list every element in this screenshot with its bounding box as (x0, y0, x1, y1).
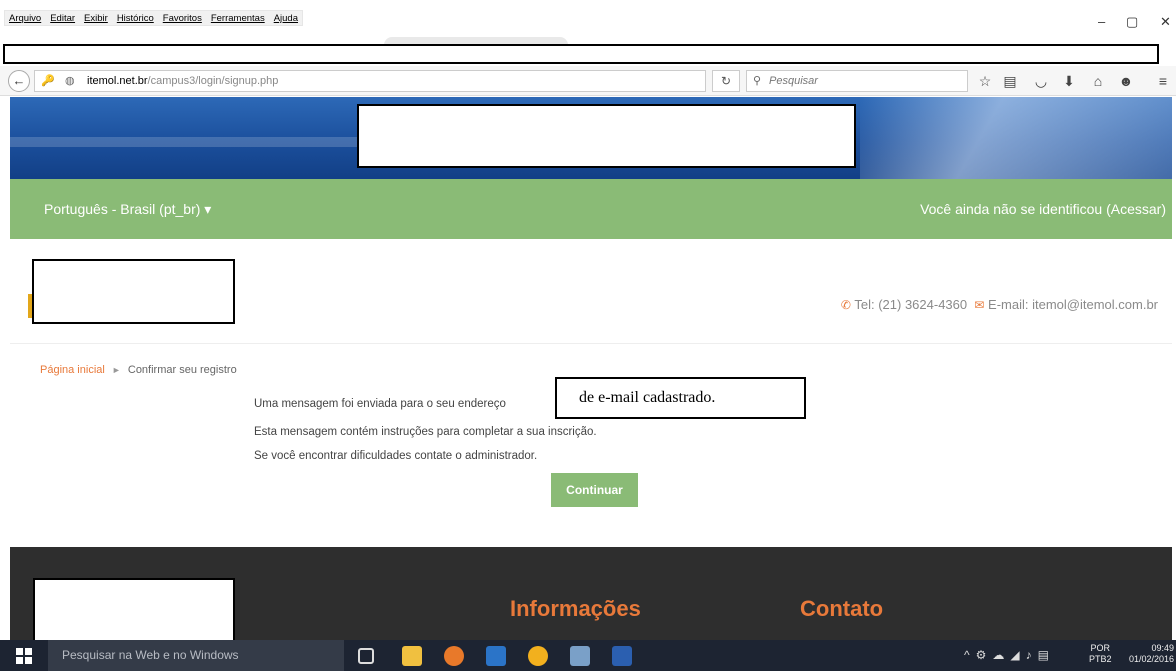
site-navbar: Português - Brasil (pt_br) ▾ Você ainda … (10, 179, 1172, 239)
menu-item-historico[interactable]: Histórico (117, 13, 154, 24)
search-icon: ⚲ (753, 75, 762, 87)
continue-button[interactable]: Continuar (551, 473, 638, 507)
redacted-banner-title (357, 104, 856, 168)
redacted-footer-logo (33, 578, 235, 642)
tray-language[interactable]: POR PTB2 (1089, 643, 1112, 665)
app-icon[interactable] (570, 646, 590, 666)
close-button[interactable]: ✕ (1160, 14, 1171, 30)
banner-stripe (10, 137, 370, 147)
reading-list-icon[interactable]: ▤ (1001, 73, 1019, 90)
menu-item-ajuda[interactable]: Ajuda (274, 13, 298, 24)
firefox-icon[interactable] (444, 646, 464, 666)
banner-keyboard-image (860, 97, 1172, 179)
language-selector[interactable]: Português - Brasil (pt_br) ▾ (44, 201, 211, 218)
reload-icon: ↻ (720, 74, 732, 88)
star-icon[interactable]: ☆ (976, 73, 994, 90)
media-app-icon[interactable] (486, 646, 506, 666)
pocket-icon[interactable]: ◡ (1032, 73, 1050, 90)
redacted-tab-bar (3, 44, 1159, 64)
tray-keyboard-code: PTB2 (1089, 654, 1112, 664)
url-host: itemol.net.br (87, 75, 148, 87)
chrome-icon[interactable] (528, 646, 548, 666)
home-icon[interactable]: ⌂ (1089, 73, 1107, 89)
browser-nav-bar: ← 🔑 ◍ itemol.net.br/campus3/login/signup… (0, 66, 1176, 96)
globe-icon: ◍ (65, 75, 75, 87)
word-icon[interactable] (612, 646, 632, 666)
menu-item-favoritos[interactable]: Favoritos (163, 13, 202, 24)
menu-item-exibir[interactable]: Exibir (84, 13, 108, 24)
menu-icon[interactable]: ≡ (1154, 73, 1172, 89)
login-status-link[interactable]: Você ainda não se identificou (Acessar) (920, 201, 1166, 217)
breadcrumb: Página inicial ► Confirmar seu registro (40, 364, 237, 376)
header-contact: ✆ Tel: (21) 3624-4360 ✉ E-mail: itemol@i… (841, 297, 1158, 312)
url-bar[interactable]: 🔑 ◍ itemol.net.br/campus3/login/signup.p… (34, 70, 706, 92)
windows-taskbar: Pesquisar na Web e no Windows ^⚙☁◢♪▤ POR… (0, 640, 1176, 671)
breadcrumb-separator-icon: ► (111, 365, 121, 375)
search-placeholder: Pesquisar (769, 75, 818, 87)
tray-language-code: POR (1090, 643, 1111, 653)
message-line-3: Se você encontrar dificuldades contate o… (254, 450, 538, 462)
menu-item-editar[interactable]: Editar (50, 13, 75, 24)
message-line-1: Uma mensagem foi enviada para o seu ende… (254, 398, 506, 410)
search-input[interactable]: ⚲ Pesquisar (746, 70, 968, 92)
back-arrow-icon: ← (12, 73, 26, 88)
key-icon: 🔑 (41, 75, 55, 87)
system-tray-icons[interactable]: ^⚙☁◢♪▤ (964, 648, 1055, 662)
breadcrumb-current: Confirmar seu registro (127, 364, 237, 376)
back-button[interactable]: ← (8, 70, 30, 92)
windows-start-icon[interactable] (16, 648, 32, 664)
tray-date: 01/02/2016 (1128, 654, 1174, 664)
menu-item-ferramentas[interactable]: Ferramentas (211, 13, 265, 24)
tray-clock[interactable]: 09:49 01/02/2016 (1128, 643, 1174, 665)
download-icon[interactable]: ⬇ (1060, 73, 1078, 90)
header-divider (10, 343, 1172, 344)
tray-time: 09:49 (1151, 643, 1174, 653)
contact-tel: Tel: (21) 3624-4360 (854, 297, 968, 312)
footer-info-heading: Informações (510, 596, 641, 621)
task-view-icon[interactable] (358, 648, 374, 664)
mail-icon: ✉ (974, 298, 985, 312)
breadcrumb-home-link[interactable]: Página inicial (40, 364, 105, 376)
browser-menu-bar: Arquivo Editar Exibir Histórico Favorito… (0, 0, 1176, 42)
chat-icon[interactable]: ☻ (1117, 73, 1135, 89)
menu-item-arquivo[interactable]: Arquivo (9, 13, 41, 24)
reload-button[interactable]: ↻ (712, 70, 740, 92)
file-explorer-icon[interactable] (402, 646, 422, 666)
taskbar-search-input[interactable]: Pesquisar na Web e no Windows (48, 640, 344, 671)
restore-button[interactable]: ▢ (1126, 14, 1138, 30)
contact-email[interactable]: E-mail: itemol@itemol.com.br (988, 297, 1158, 312)
message-line-2: Esta mensagem contém instruções para com… (254, 426, 597, 438)
url-path: /campus3/login/signup.php (147, 75, 279, 87)
minimize-button[interactable]: – (1098, 14, 1105, 29)
redacted-message-overlay: de e-mail cadastrado. (555, 377, 806, 419)
redacted-site-logo (32, 259, 235, 324)
menu-list: Arquivo Editar Exibir Histórico Favorito… (4, 10, 304, 26)
footer-contact-heading: Contato (800, 596, 884, 621)
phone-icon: ✆ (840, 298, 851, 312)
